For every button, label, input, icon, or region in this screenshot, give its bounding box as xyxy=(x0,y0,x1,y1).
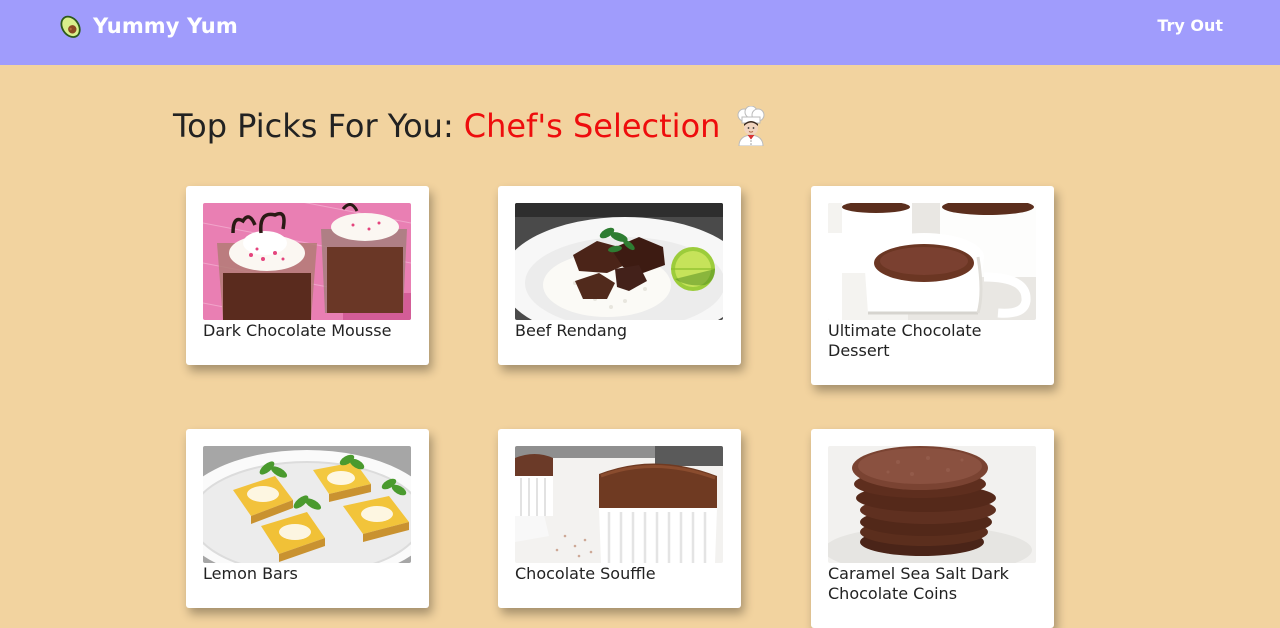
chocolate-souffle-image xyxy=(515,446,723,563)
recipe-title: Ultimate Chocolate Dessert xyxy=(828,321,982,360)
chocolate-coins-image xyxy=(828,446,1036,563)
beef-rendang-image xyxy=(515,203,723,320)
avocado-icon xyxy=(56,12,84,40)
recipe-card[interactable]: Chocolate Souffle xyxy=(498,429,741,608)
recipe-title: Beef Rendang xyxy=(515,321,628,340)
page-title: Top Picks For You: Chef's Selection xyxy=(173,105,770,147)
recipe-title: Caramel Sea Salt Dark Chocolate Coins xyxy=(828,564,1009,603)
page-title-accent: Chef's Selection xyxy=(463,107,721,145)
recipe-card[interactable]: Caramel Sea Salt Dark Chocolate Coins xyxy=(811,429,1054,628)
brand-link[interactable]: Yummy Yum xyxy=(56,12,238,40)
page-title-prefix: Top Picks For You: xyxy=(173,107,454,145)
try-out-link[interactable]: Try Out xyxy=(1157,16,1223,35)
brand-name: Yummy Yum xyxy=(93,14,238,38)
recipe-title: Lemon Bars xyxy=(203,564,298,583)
chocolate-mousse-image xyxy=(203,203,411,320)
recipe-card[interactable]: Ultimate Chocolate Dessert xyxy=(811,186,1054,385)
hot-chocolate-image xyxy=(828,203,1036,320)
chef-icon xyxy=(732,105,770,147)
recipe-title: Dark Chocolate Mousse xyxy=(203,321,392,340)
lemon-bars-image xyxy=(203,446,411,563)
top-navbar: Yummy Yum Try Out xyxy=(0,0,1280,65)
recipe-card[interactable]: Beef Rendang xyxy=(498,186,741,365)
recipe-title: Chocolate Souffle xyxy=(515,564,656,583)
recipe-card[interactable]: Lemon Bars xyxy=(186,429,429,608)
recipe-card[interactable]: Dark Chocolate Mousse xyxy=(186,186,429,365)
